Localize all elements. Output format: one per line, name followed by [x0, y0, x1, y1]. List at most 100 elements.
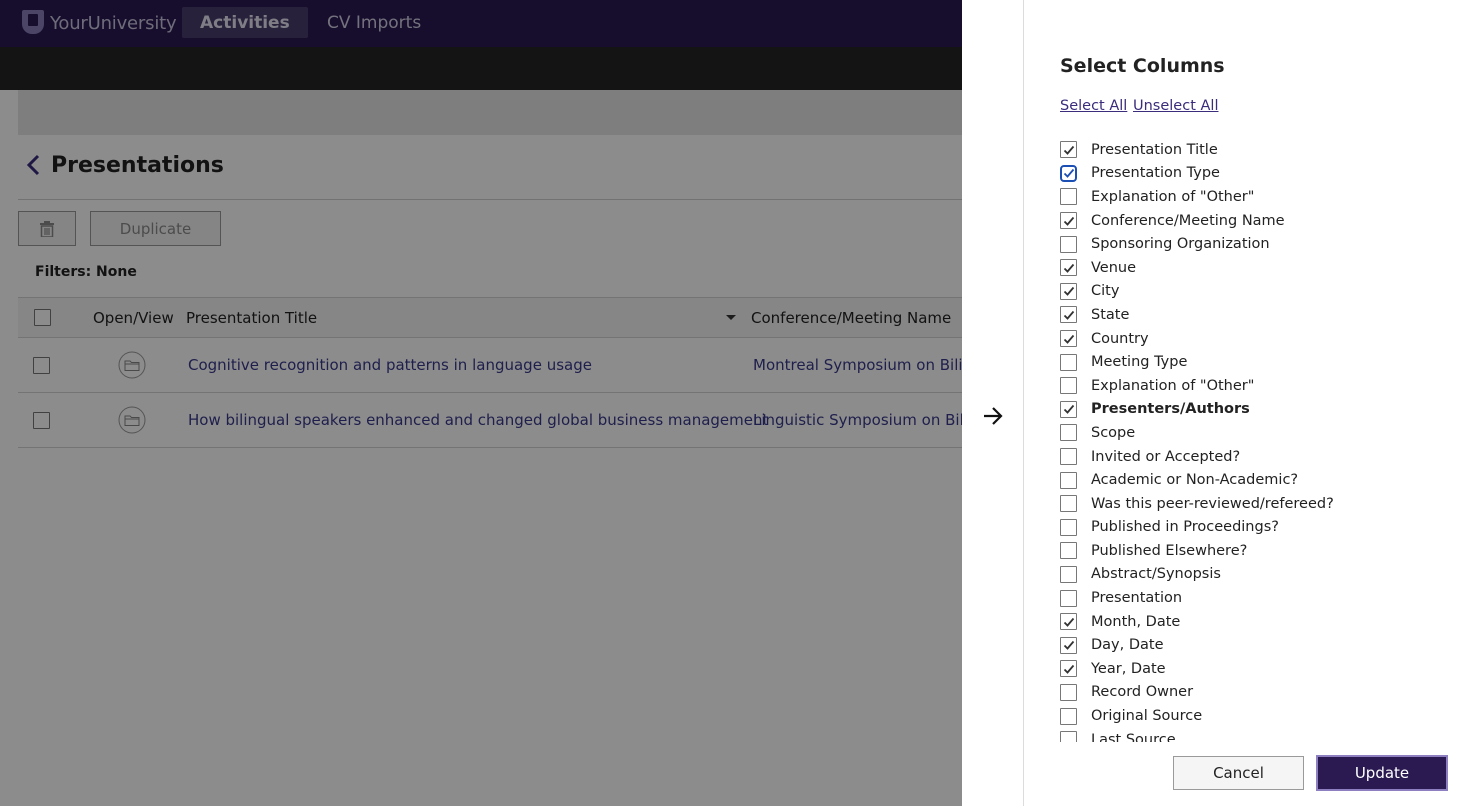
column-checkbox[interactable] [1060, 731, 1077, 742]
column-label: Explanation of "Other" [1091, 377, 1255, 394]
update-button[interactable]: Update [1316, 755, 1448, 791]
column-option[interactable]: Month, Date [1060, 610, 1460, 634]
column-option[interactable]: Presenters/Authors [1060, 398, 1460, 422]
column-checkbox[interactable] [1060, 565, 1077, 583]
checkmark-icon [1063, 216, 1074, 226]
column-label: City [1091, 283, 1120, 300]
column-option[interactable]: Scope [1060, 421, 1460, 445]
column-checkbox[interactable] [1060, 683, 1077, 701]
checkmark-icon [1063, 617, 1074, 627]
column-label: State [1091, 306, 1130, 323]
cancel-button[interactable]: Cancel [1173, 756, 1304, 790]
checkmark-icon [1063, 334, 1074, 344]
column-option[interactable]: Original Source [1060, 704, 1460, 728]
column-option[interactable]: Presentation Type [1060, 162, 1460, 186]
column-option[interactable]: Last Source [1060, 728, 1460, 742]
column-checkbox[interactable] [1060, 188, 1077, 206]
column-option[interactable]: Venue [1060, 256, 1460, 280]
checkmark-icon [1063, 263, 1074, 273]
column-checkbox[interactable] [1060, 471, 1077, 489]
checkmark-icon [1063, 405, 1074, 415]
modal-backdrop[interactable] [0, 0, 962, 806]
column-label: Original Source [1091, 708, 1203, 725]
panel-gutter [962, 0, 1023, 806]
column-label: Was this peer-reviewed/refereed? [1091, 495, 1334, 512]
column-checkbox[interactable] [1060, 259, 1077, 277]
column-checkbox[interactable] [1060, 330, 1077, 348]
column-label: Day, Date [1091, 637, 1164, 654]
column-label: Academic or Non-Academic? [1091, 472, 1299, 489]
column-option[interactable]: Presentation [1060, 586, 1460, 610]
column-label: Presentation [1091, 590, 1183, 607]
column-checkbox[interactable] [1060, 164, 1077, 182]
checkmark-icon [1063, 169, 1074, 179]
column-checkbox[interactable] [1060, 424, 1077, 442]
column-option[interactable]: City [1060, 280, 1460, 304]
checkmark-icon [1063, 287, 1074, 297]
column-option[interactable]: Meeting Type [1060, 350, 1460, 374]
column-label: Sponsoring Organization [1091, 236, 1270, 253]
column-label: Country [1091, 330, 1149, 347]
arrow-right-icon[interactable] [982, 405, 1004, 427]
column-checkbox[interactable] [1060, 306, 1077, 324]
column-label: Presentation Title [1091, 141, 1218, 158]
app-root: YourUniversity Activities CV Imports Pre… [0, 0, 1482, 806]
column-label: Venue [1091, 259, 1137, 276]
column-option[interactable]: Published Elsewhere? [1060, 539, 1460, 563]
column-label: Record Owner [1091, 684, 1194, 701]
column-label: Presenters/Authors [1091, 401, 1250, 418]
column-checkbox[interactable] [1060, 141, 1077, 159]
column-option[interactable]: Record Owner [1060, 681, 1460, 705]
column-label: Explanation of "Other" [1091, 188, 1255, 205]
column-option[interactable]: Year, Date [1060, 657, 1460, 681]
column-label: Invited or Accepted? [1091, 448, 1241, 465]
column-label: Published in Proceedings? [1091, 519, 1279, 536]
column-checkbox[interactable] [1060, 518, 1077, 536]
column-option[interactable]: Abstract/Synopsis [1060, 563, 1460, 587]
column-checkbox[interactable] [1060, 542, 1077, 560]
column-label: Abstract/Synopsis [1091, 566, 1221, 583]
column-label: Published Elsewhere? [1091, 542, 1248, 559]
column-option[interactable]: Sponsoring Organization [1060, 232, 1460, 256]
column-checkbox[interactable] [1060, 589, 1077, 607]
column-option[interactable]: Explanation of "Other" [1060, 185, 1460, 209]
column-option[interactable]: Explanation of "Other" [1060, 374, 1460, 398]
column-option[interactable]: Presentation Title [1060, 138, 1460, 162]
column-checkbox[interactable] [1060, 448, 1077, 466]
column-checkbox[interactable] [1060, 707, 1077, 725]
select-all-link[interactable]: Select All [1060, 98, 1127, 114]
column-label: Month, Date [1091, 613, 1181, 630]
column-checkbox[interactable] [1060, 660, 1077, 678]
checkmark-icon [1063, 310, 1074, 320]
checkmark-icon [1063, 145, 1074, 155]
column-option[interactable]: Country [1060, 327, 1460, 351]
column-checkbox[interactable] [1060, 353, 1077, 371]
unselect-all-link[interactable]: Unselect All [1133, 98, 1218, 114]
column-option[interactable]: Was this peer-reviewed/refereed? [1060, 492, 1460, 516]
column-option[interactable]: Published in Proceedings? [1060, 516, 1460, 540]
column-checkbox-list[interactable]: Presentation Title Presentation Type Expla… [1060, 138, 1460, 742]
column-checkbox[interactable] [1060, 377, 1077, 395]
panel-title: Select Columns [1060, 55, 1225, 77]
column-checkbox[interactable] [1060, 235, 1077, 253]
checkmark-icon [1063, 641, 1074, 651]
column-label: Last Source [1091, 731, 1176, 742]
column-option[interactable]: Day, Date [1060, 633, 1460, 657]
column-label: Presentation Type [1091, 165, 1220, 182]
column-label: Scope [1091, 424, 1136, 441]
column-label: Year, Date [1091, 660, 1166, 677]
column-option[interactable]: Invited or Accepted? [1060, 445, 1460, 469]
column-checkbox[interactable] [1060, 282, 1077, 300]
checkmark-icon [1063, 664, 1074, 674]
select-columns-panel: Select Columns Select All Unselect All P… [1023, 0, 1482, 806]
column-checkbox[interactable] [1060, 400, 1077, 418]
column-label: Conference/Meeting Name [1091, 212, 1285, 229]
column-option[interactable]: Academic or Non-Academic? [1060, 468, 1460, 492]
column-checkbox[interactable] [1060, 613, 1077, 631]
column-checkbox[interactable] [1060, 495, 1077, 513]
column-option[interactable]: State [1060, 303, 1460, 327]
column-checkbox[interactable] [1060, 212, 1077, 230]
column-label: Meeting Type [1091, 354, 1188, 371]
column-option[interactable]: Conference/Meeting Name [1060, 209, 1460, 233]
column-checkbox[interactable] [1060, 636, 1077, 654]
